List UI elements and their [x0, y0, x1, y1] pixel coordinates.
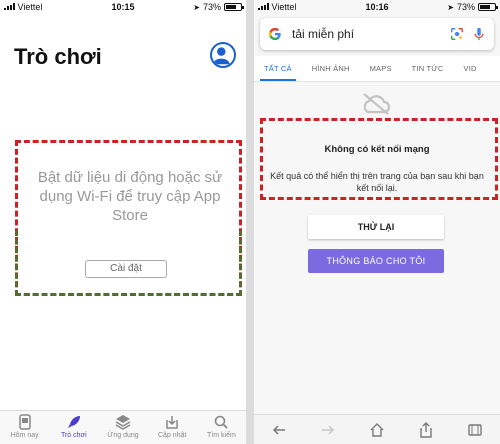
search-bar[interactable]: tải miễn phí	[260, 18, 494, 50]
settings-button[interactable]: Cài đặt	[85, 260, 167, 278]
page-title: Trò chơi	[14, 44, 102, 69]
tab-images[interactable]: HÌNH ẢNH	[302, 56, 360, 81]
tabs-icon[interactable]	[467, 422, 483, 438]
forward-arrow-icon[interactable]	[320, 422, 336, 438]
notify-me-button[interactable]: THÔNG BÁO CHO TÔI	[308, 249, 444, 273]
google-search-screen: Viettel 10:16 ➤ 73% tải miễn phí TẤT CẢ …	[254, 0, 500, 444]
location-icon: ➤	[447, 2, 454, 12]
divider	[246, 0, 254, 444]
status-bar: Viettel 10:16 ➤ 73%	[254, 0, 500, 14]
today-icon	[18, 414, 31, 430]
tab-search-label: Tìm kiếm	[207, 432, 236, 439]
error-title: Không có kết nối mạng	[324, 144, 430, 155]
battery-percent: 73%	[202, 2, 221, 12]
home-icon[interactable]	[369, 422, 385, 438]
tab-games-label: Trò chơi	[60, 432, 87, 439]
tab-bar: Hôm nay Trò chơi Ứng dụng Cập nhật Tìm k…	[0, 410, 246, 444]
status-right: ➤ 73%	[193, 2, 244, 12]
error-description: Kết quả có thể hiển thị trên trang của b…	[270, 171, 484, 193]
tab-maps[interactable]: MAPS	[360, 56, 402, 81]
tab-apps-label: Ứng dụng	[107, 432, 139, 439]
app-store-screen: Viettel 10:15 ➤ 73% Trò chơi Bật dữ liệu…	[0, 0, 246, 444]
tab-all[interactable]: TẤT CẢ	[254, 56, 302, 81]
apps-stack-icon	[115, 415, 131, 430]
back-arrow-icon[interactable]	[271, 422, 287, 438]
rocket-icon	[67, 416, 80, 428]
location-icon: ➤	[193, 2, 200, 12]
updates-icon	[166, 416, 178, 429]
battery-icon	[478, 3, 498, 11]
search-query-text: tải miễn phí	[292, 27, 355, 41]
tab-today[interactable]: Hôm nay	[0, 411, 49, 444]
retry-button[interactable]: THỬ LẠI	[308, 215, 444, 239]
tab-apps[interactable]: Ứng dụng	[98, 411, 147, 444]
tab-videos[interactable]: VID	[454, 56, 487, 81]
tab-updates-label: Cập nhật	[158, 432, 187, 439]
tab-games[interactable]: Trò chơi	[49, 411, 98, 444]
browser-toolbar	[254, 414, 500, 444]
cloud-offline-icon	[363, 93, 391, 115]
tab-news[interactable]: TIN TỨC	[402, 56, 454, 81]
tab-updates[interactable]: Cập nhật	[148, 411, 197, 444]
share-icon[interactable]	[418, 421, 434, 438]
search-icon	[215, 415, 229, 429]
tab-today-label: Hôm nay	[10, 432, 39, 439]
search-tabs: TẤT CẢ HÌNH ẢNH MAPS TIN TỨC VID	[254, 56, 500, 82]
account-avatar-icon[interactable]	[210, 42, 236, 68]
status-right: ➤ 73%	[447, 2, 498, 12]
battery-icon	[224, 3, 244, 11]
google-lens-icon[interactable]	[450, 27, 464, 41]
google-logo-icon	[268, 27, 281, 41]
tab-search[interactable]: Tìm kiếm	[197, 411, 246, 444]
status-bar: Viettel 10:15 ➤ 73%	[0, 0, 246, 14]
offline-message: Bật dữ liệu di động hoặc sử dụng Wi-Fi đ…	[37, 169, 223, 224]
microphone-icon[interactable]	[472, 27, 486, 41]
battery-percent: 73%	[456, 2, 475, 12]
